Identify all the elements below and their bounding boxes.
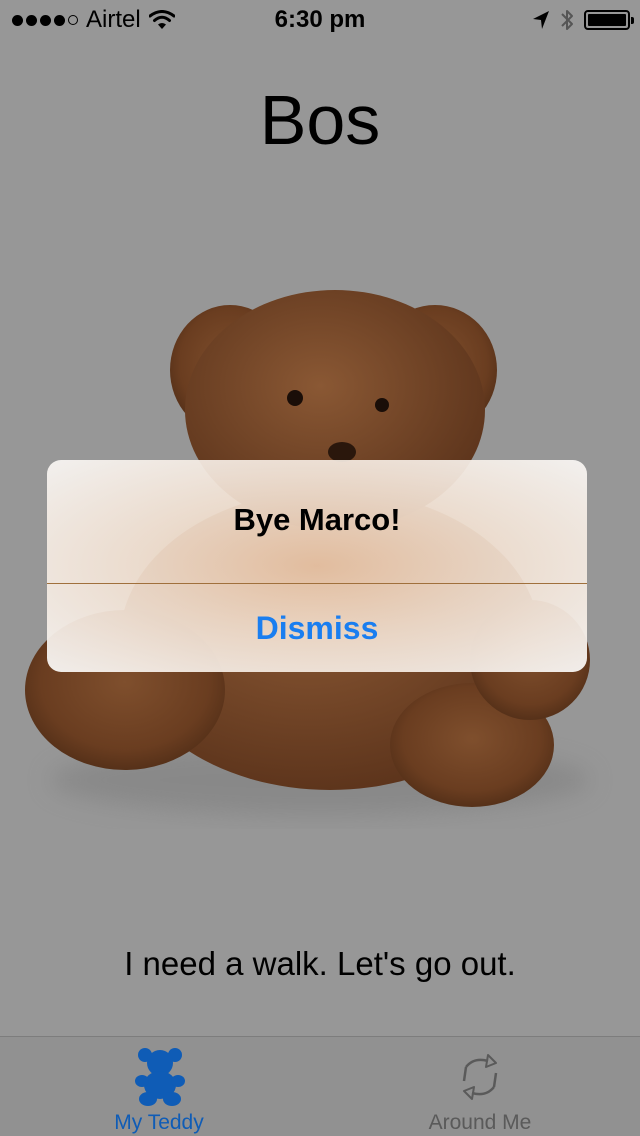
pet-status-message: I need a walk. Let's go out. — [124, 945, 516, 982]
tab-bar: My Teddy Around Me — [0, 1036, 640, 1136]
tab-label: My Teddy — [114, 1111, 204, 1134]
refresh-arrows-icon — [462, 1054, 498, 1100]
status-bar: Airtel 6:30 pm — [0, 0, 640, 40]
tab-label: Around Me — [428, 1111, 532, 1134]
battery-icon — [584, 10, 634, 30]
alert-dialog: Bye Marco! Dismiss — [47, 460, 587, 672]
bluetooth-icon — [561, 10, 573, 30]
teddy-bear-icon — [135, 1048, 185, 1106]
location-arrow-icon — [533, 11, 549, 29]
status-right — [532, 8, 634, 32]
alert-title: Bye Marco! — [233, 502, 401, 537]
battery-fill — [588, 14, 626, 26]
app-screen: Airtel 6:30 pm Bos I need a walk. Let's … — [0, 0, 640, 1136]
dismiss-button[interactable]: Dismiss — [47, 584, 587, 672]
tab-around-me[interactable]: Around Me — [320, 1037, 640, 1136]
pet-name-title: Bos — [259, 81, 381, 159]
tab-my-teddy[interactable]: My Teddy — [0, 1037, 320, 1136]
